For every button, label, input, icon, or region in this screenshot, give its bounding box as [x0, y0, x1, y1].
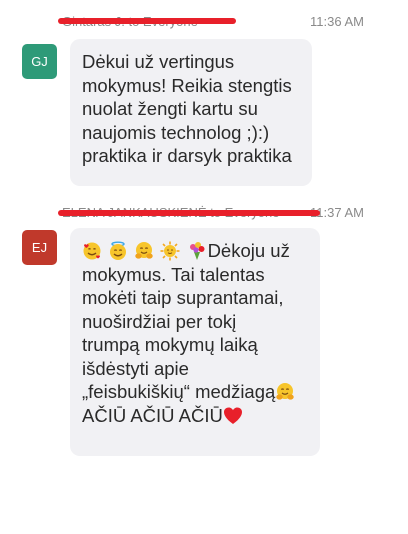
message-bubble[interactable]: Dėkui už vertingus mokymus! Reikia steng…: [70, 39, 312, 186]
message-line: praktika ir darsyk praktika: [82, 145, 292, 166]
message-line: išdėstyti apie: [82, 357, 189, 379]
message-line: mokėti taip suprantamai,: [82, 287, 284, 308]
message-line: naujomis technolog ;):): [82, 121, 270, 143]
smiling-face-with-hearts-icon: [83, 242, 101, 260]
hugging-face-icon: [135, 242, 153, 259]
message-line: Dėkoju už: [82, 239, 308, 263]
avatar-initials: GJ: [31, 54, 48, 69]
avatar[interactable]: EJ: [22, 230, 57, 265]
message-line: mokymus! Reikia stengtis: [82, 74, 292, 96]
message-line: Dėkui už vertingus: [82, 51, 235, 72]
message-text: AČIŪ AČIŪ AČIŪ: [82, 404, 223, 426]
message-text: „feisbukiškių“ medžiagą: [82, 381, 276, 402]
message-line: mokymus. Tai talentas: [82, 263, 265, 285]
sun-with-face-icon: [160, 241, 180, 261]
bouquet-icon: [189, 242, 205, 260]
red-heart-icon: [223, 407, 242, 424]
smiling-face-with-halo-icon: [110, 241, 127, 260]
message-time: 11:36 AM: [310, 14, 364, 29]
message-line: „feisbukiškių“ medžiagą: [82, 380, 308, 404]
redaction-mark: [58, 210, 320, 216]
avatar-initials: EJ: [31, 240, 48, 255]
hugging-face-icon: [276, 383, 295, 400]
redaction-mark: [58, 18, 236, 24]
message-meta: ELENA JANKAUSKIENĖ to Everyone 11:37 AM: [62, 205, 408, 227]
message-text: Dėkoju už: [207, 240, 290, 261]
message-line: nuolat žengti kartu su: [82, 98, 258, 119]
message-line: AČIŪ AČIŪ AČIŪ: [82, 404, 308, 428]
avatar[interactable]: GJ: [22, 44, 57, 79]
message-line: nuoširdžiai per tokį: [82, 310, 237, 332]
message-bubble[interactable]: Dėkoju už mokymus. Tai talentas mokėti t…: [70, 228, 320, 456]
message-line: trumpą mokymų laiką: [82, 334, 258, 355]
